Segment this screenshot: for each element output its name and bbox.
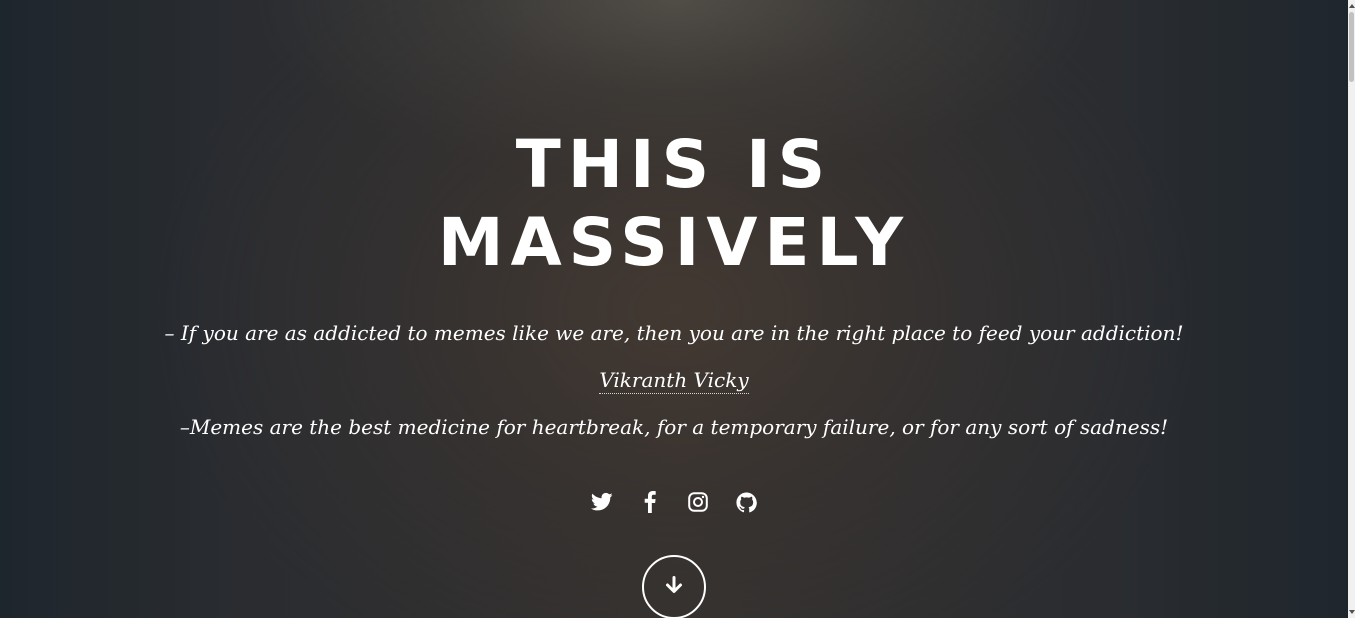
scroll-up-arrow-icon[interactable] xyxy=(1349,4,1355,8)
arrow-down-icon xyxy=(665,576,683,598)
quote-second: –Memes are the best medicine for heartbr… xyxy=(179,415,1169,439)
page-title-line-2: MASSIVELY xyxy=(437,204,911,281)
page-title: THIS IS MASSIVELY xyxy=(0,126,1348,282)
quote-first: – If you are as addicted to memes like w… xyxy=(164,321,1184,345)
facebook-link[interactable] xyxy=(638,488,662,516)
instagram-link[interactable] xyxy=(686,488,710,516)
twitter-link[interactable] xyxy=(590,488,614,516)
social-links xyxy=(0,488,1348,516)
author-link[interactable]: Vikranth Vicky xyxy=(599,368,749,394)
page-title-line-1: THIS IS xyxy=(515,126,833,203)
author-line: Vikranth Vicky xyxy=(0,366,1348,394)
github-link[interactable] xyxy=(734,488,758,516)
scrollbar-thumb[interactable] xyxy=(1349,12,1354,82)
scroll-down-arrow-icon[interactable] xyxy=(1349,610,1355,614)
intro-section: THIS IS MASSIVELY – If you are as addict… xyxy=(0,0,1348,618)
github-icon xyxy=(735,491,757,513)
instagram-icon xyxy=(688,492,708,512)
facebook-icon xyxy=(644,491,656,513)
scroll-down-button[interactable] xyxy=(642,555,706,618)
page-scrollbar[interactable] xyxy=(1348,0,1355,618)
twitter-icon xyxy=(591,492,613,512)
